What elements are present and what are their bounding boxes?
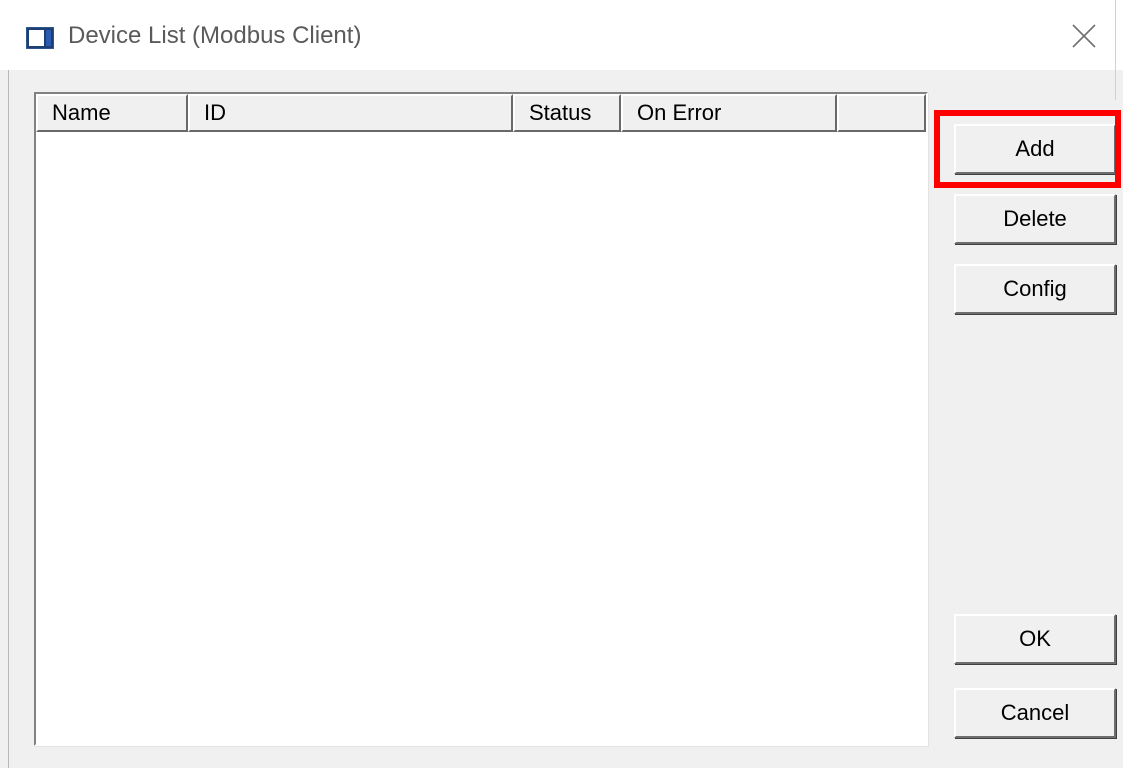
close-icon: [1072, 24, 1096, 48]
list-header: Name ID Status On Error: [36, 94, 926, 132]
app-window-icon: [26, 27, 54, 49]
column-header-status[interactable]: Status: [513, 94, 621, 132]
device-list-dialog: Device List (Modbus Client) Name ID Stat…: [0, 0, 1123, 768]
title-bar: Device List (Modbus Client): [0, 0, 1123, 70]
window-right-edge: [1115, 0, 1116, 100]
column-header-on-error[interactable]: On Error: [621, 94, 837, 132]
close-button[interactable]: [1060, 14, 1108, 58]
list-body[interactable]: [36, 132, 926, 744]
delete-button[interactable]: Delete: [954, 194, 1116, 244]
device-list-view[interactable]: Name ID Status On Error: [34, 92, 928, 746]
ok-button[interactable]: OK: [954, 614, 1116, 664]
column-header-empty[interactable]: [837, 94, 926, 132]
add-button[interactable]: Add: [954, 124, 1116, 174]
window-left-edge: [8, 70, 9, 768]
window-title: Device List (Modbus Client): [68, 22, 362, 49]
config-button[interactable]: Config: [954, 264, 1116, 314]
cancel-button[interactable]: Cancel: [954, 688, 1116, 738]
column-header-name[interactable]: Name: [36, 94, 188, 132]
column-header-id[interactable]: ID: [188, 94, 513, 132]
